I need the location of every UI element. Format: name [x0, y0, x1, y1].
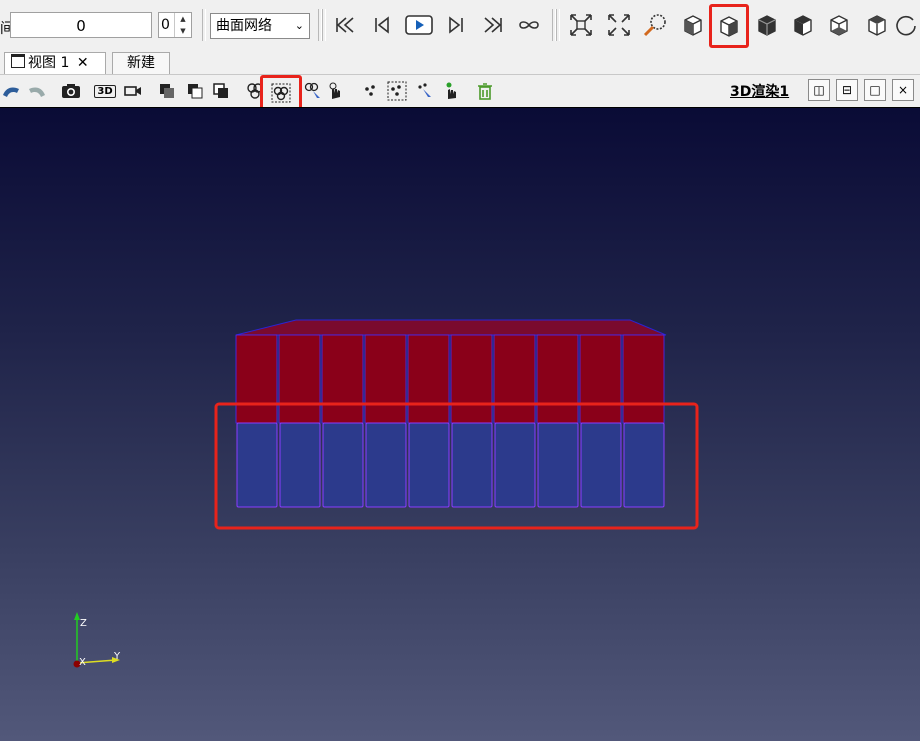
lower-block: [494, 422, 536, 508]
select-points-on-icon[interactable]: [260, 75, 302, 111]
x-axis-label: X: [79, 657, 86, 668]
toggle-3d-icon[interactable]: 3D: [94, 80, 116, 102]
upper-block: [536, 334, 579, 424]
view-neg-x-icon[interactable]: [678, 10, 708, 40]
mesh-lower-blocks: [236, 422, 665, 508]
play-icon[interactable]: [402, 10, 436, 40]
lower-block: [236, 422, 278, 508]
maximize-view-button[interactable]: □: [864, 79, 886, 101]
lower-block: [322, 422, 364, 508]
upper-block: [321, 334, 364, 424]
view-pos-y-icon[interactable]: [788, 10, 818, 40]
toolbar-separator: [202, 9, 206, 41]
representation-select[interactable]: 曲面网络 ⌄: [210, 13, 310, 39]
record-video-icon[interactable]: [122, 80, 144, 102]
first-frame-icon[interactable]: [330, 10, 360, 40]
view-pos-z-icon[interactable]: [862, 10, 892, 40]
toolbar-separator: [556, 9, 560, 41]
camera-screenshot-icon[interactable]: [60, 80, 82, 102]
camera-redo-icon[interactable]: [26, 80, 48, 102]
lower-block: [537, 422, 579, 508]
upper-block: [235, 334, 278, 424]
zoom-to-data-icon[interactable]: [604, 10, 634, 40]
loop-icon[interactable]: [514, 10, 544, 40]
select-points-icon[interactable]: [360, 80, 382, 102]
main-toolbar: 间: 0 0 ▲▼ 曲面网络 ⌄: [0, 0, 920, 50]
label-3d: 3D: [94, 84, 116, 98]
time-value-input[interactable]: 0: [10, 12, 152, 38]
reset-camera-icon[interactable]: [566, 10, 596, 40]
interactive-select-points-icon[interactable]: [414, 80, 436, 102]
tab-view-1[interactable]: 视图 1 ✕: [4, 52, 106, 74]
upper-block: [579, 334, 622, 424]
close-view-button[interactable]: ×: [892, 79, 914, 101]
paste-view-icon[interactable]: [210, 80, 232, 102]
render-view-label: 3D渲染1: [730, 84, 790, 100]
z-axis-label: Z: [80, 618, 87, 629]
interactive-select-cells-icon[interactable]: [302, 80, 324, 102]
spin-arrows-icon[interactable]: ▲ ▼: [174, 13, 191, 37]
window-icon: [11, 54, 25, 68]
lower-block: [451, 422, 493, 508]
camera-undo-icon[interactable]: [0, 80, 22, 102]
upper-block: [450, 334, 493, 424]
prev-frame-icon[interactable]: [366, 10, 396, 40]
copy-paste-view-icon[interactable]: [184, 80, 206, 102]
mesh-upper-blocks: [235, 334, 665, 424]
tab-view-1-label: 视图 1: [28, 55, 70, 71]
split-horizontal-button[interactable]: ◫: [808, 79, 830, 101]
upper-block: [622, 334, 665, 424]
upper-block: [493, 334, 536, 424]
view-toolbar: 3D 3D渲染1 ◫ ⊟ □ ×: [0, 75, 920, 111]
chevron-down-icon: ⌄: [294, 19, 304, 32]
lower-block: [623, 422, 665, 508]
clear-selection-icon[interactable]: [474, 80, 496, 102]
select-points-frustum-icon[interactable]: [386, 80, 408, 102]
close-icon[interactable]: ✕: [77, 55, 89, 71]
hover-points-icon[interactable]: [440, 80, 462, 102]
zoom-to-box-icon[interactable]: [640, 10, 670, 40]
rotate-90-icon[interactable]: [892, 10, 920, 40]
tab-new[interactable]: 新建: [112, 52, 170, 74]
split-vertical-button[interactable]: ⊟: [836, 79, 858, 101]
toolbar-separator: [322, 9, 326, 41]
mesh-top-face: [235, 319, 667, 336]
lower-block: [408, 422, 450, 508]
view-neg-y-icon[interactable]: [752, 10, 782, 40]
mesh-render: Z Y X: [73, 319, 699, 668]
copy-view-icon[interactable]: [156, 80, 178, 102]
upper-block: [278, 334, 321, 424]
view-tab-bar: 视图 1 ✕ 新建: [0, 50, 920, 75]
time-index-value: 0: [161, 17, 170, 33]
representation-value: 曲面网络: [216, 18, 272, 34]
next-frame-icon[interactable]: [442, 10, 472, 40]
last-frame-icon[interactable]: [478, 10, 508, 40]
lower-block: [580, 422, 622, 508]
lower-block: [365, 422, 407, 508]
hover-cells-icon[interactable]: [324, 80, 346, 102]
view-neg-z-icon[interactable]: [824, 10, 854, 40]
time-index-spinbox[interactable]: 0 ▲ ▼: [158, 12, 192, 38]
upper-block: [407, 334, 450, 424]
y-axis-label: Y: [113, 651, 121, 662]
upper-block: [364, 334, 407, 424]
lower-block: [279, 422, 321, 508]
render-viewport[interactable]: Z Y X: [0, 107, 920, 741]
orientation-axes: Z Y X: [73, 612, 121, 668]
view-pos-x-icon[interactable]: [709, 4, 749, 48]
